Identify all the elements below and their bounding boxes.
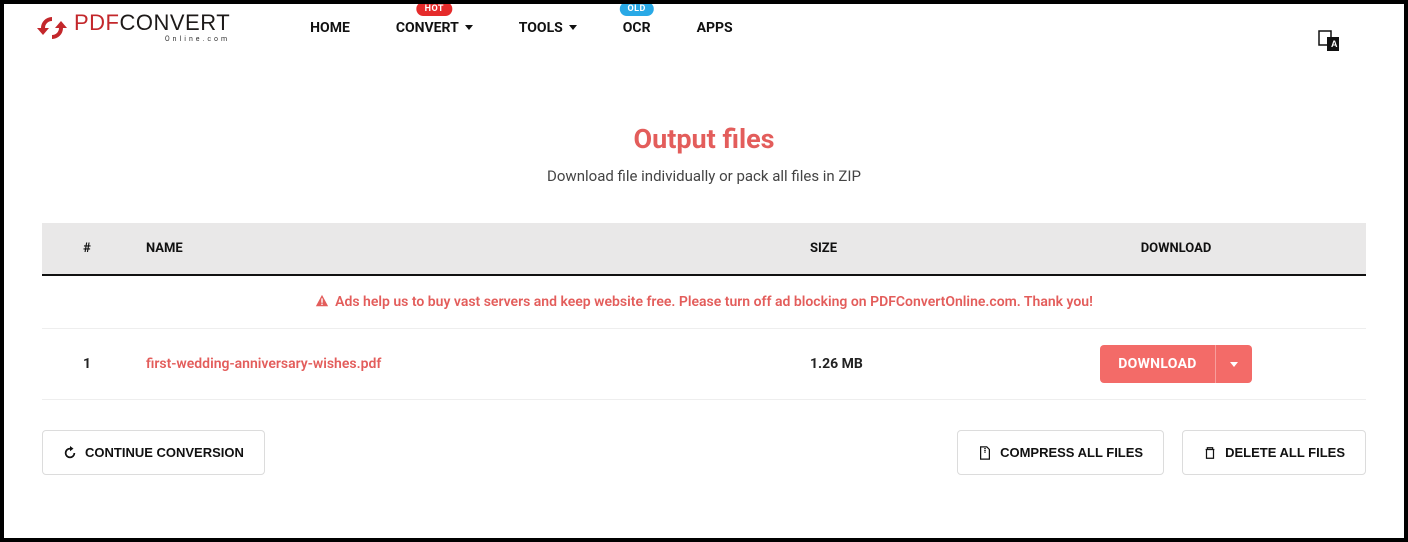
nav-convert[interactable]: HOT CONVERT <box>396 20 473 36</box>
nav-apps[interactable]: APPS <box>697 20 733 36</box>
files-table-wrap: # NAME SIZE DOWNLOAD Ads help us to buy … <box>42 223 1366 400</box>
hot-badge: HOT <box>417 2 452 16</box>
table-row: 1 first-wedding-anniversary-wishes.pdf 1… <box>42 329 1366 400</box>
warning-icon <box>315 294 329 308</box>
nav-tools[interactable]: TOOLS <box>519 20 577 36</box>
actions-bar: CONTINUE CONVERSION COMPRESS ALL FILES D… <box>42 430 1366 475</box>
nav-tools-label: TOOLS <box>519 20 563 36</box>
delete-all-button[interactable]: DELETE ALL FILES <box>1182 430 1366 475</box>
files-table: # NAME SIZE DOWNLOAD Ads help us to buy … <box>42 223 1366 400</box>
download-dropdown-toggle[interactable] <box>1215 345 1252 383</box>
chevron-down-icon <box>1230 362 1238 367</box>
refresh-icon <box>63 446 77 460</box>
download-button-label: DOWNLOAD <box>1100 345 1214 383</box>
col-header-download: DOWNLOAD <box>986 223 1366 275</box>
nav-home[interactable]: HOME <box>310 20 350 36</box>
compress-all-button[interactable]: COMPRESS ALL FILES <box>957 430 1164 475</box>
nav-ocr-label: OCR <box>623 20 651 36</box>
ad-notice-row: Ads help us to buy vast servers and keep… <box>42 275 1366 329</box>
download-button[interactable]: DOWNLOAD <box>1100 345 1251 383</box>
col-header-index: # <box>42 223 132 275</box>
delete-label: DELETE ALL FILES <box>1225 445 1345 460</box>
nav-convert-label: CONVERT <box>396 20 459 36</box>
svg-text:A: A <box>1331 39 1338 49</box>
language-button[interactable]: A <box>1318 30 1340 52</box>
ad-notice-text: Ads help us to buy vast servers and keep… <box>335 294 1093 310</box>
trash-icon <box>1203 446 1217 460</box>
row-index: 1 <box>42 329 132 400</box>
compress-label: COMPRESS ALL FILES <box>1000 445 1143 460</box>
section-subtitle: Download file individually or pack all f… <box>4 167 1404 185</box>
archive-icon <box>978 446 992 460</box>
site-header: PDF CONVERT Online.com HOME HOT CONVERT … <box>4 4 1404 65</box>
output-section: Output files Download file individually … <box>4 123 1404 185</box>
continue-label: CONTINUE CONVERSION <box>85 445 244 460</box>
logo-subtext: Online.com <box>74 36 230 43</box>
chevron-down-icon <box>465 25 473 30</box>
chevron-down-icon <box>569 25 577 30</box>
file-link[interactable]: first-wedding-anniversary-wishes.pdf <box>146 356 381 372</box>
language-icon: A <box>1318 30 1340 52</box>
main-nav: HOME HOT CONVERT TOOLS OLD OCR APPS <box>310 20 732 36</box>
row-name-cell: first-wedding-anniversary-wishes.pdf <box>132 329 796 400</box>
logo[interactable]: PDF CONVERT Online.com <box>36 12 230 43</box>
col-header-size: SIZE <box>796 223 986 275</box>
nav-home-label: HOME <box>310 20 350 36</box>
row-size: 1.26 MB <box>796 329 986 400</box>
table-header-row: # NAME SIZE DOWNLOAD <box>42 223 1366 275</box>
section-title: Output files <box>4 123 1404 155</box>
continue-conversion-button[interactable]: CONTINUE CONVERSION <box>42 430 265 475</box>
nav-apps-label: APPS <box>697 20 733 36</box>
nav-ocr[interactable]: OLD OCR <box>623 20 651 36</box>
old-badge: OLD <box>619 2 653 16</box>
logo-text-convert: CONVERT <box>120 12 231 34</box>
logo-icon <box>36 14 68 42</box>
logo-text-pdf: PDF <box>74 12 120 34</box>
col-header-name: NAME <box>132 223 796 275</box>
row-download-cell: DOWNLOAD <box>986 329 1366 400</box>
